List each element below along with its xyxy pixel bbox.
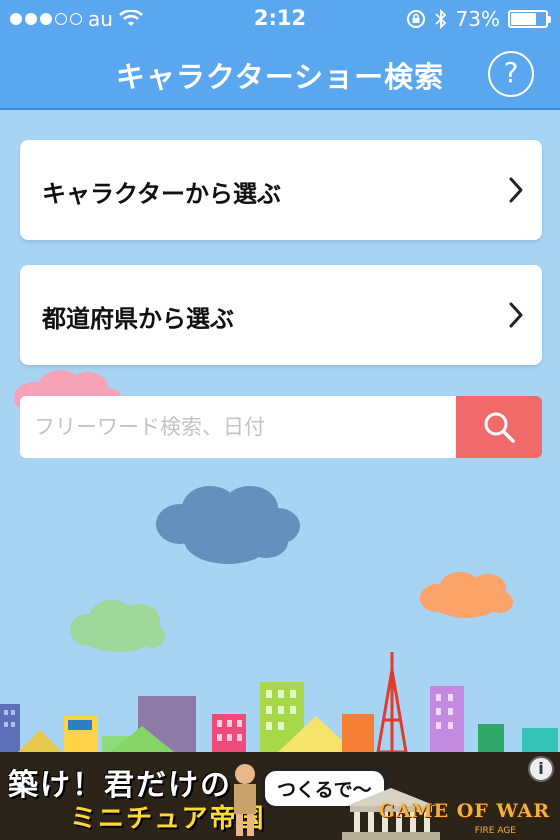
menu-item-character[interactable]: キャラクターから選ぶ bbox=[20, 140, 542, 240]
battery-icon bbox=[508, 10, 551, 28]
lock-rotation-icon bbox=[406, 10, 425, 28]
ad-brand-logo: GAME OF WAR bbox=[378, 800, 550, 822]
ad-info-icon[interactable]: i bbox=[528, 756, 554, 782]
ad-character-image bbox=[234, 764, 256, 836]
search-button[interactable] bbox=[456, 396, 542, 458]
chevron-right-icon bbox=[509, 302, 523, 328]
battery-fill bbox=[511, 13, 536, 25]
chevron-right-icon bbox=[509, 177, 523, 203]
dark-blue-cloud bbox=[156, 486, 300, 564]
help-icon: ? bbox=[503, 56, 519, 89]
orange-cloud bbox=[420, 572, 513, 618]
help-button[interactable]: ? bbox=[488, 51, 534, 97]
status-bar: au 2:12 73% bbox=[0, 0, 560, 38]
status-right: 73% bbox=[406, 7, 551, 31]
menu-item-label: 都道府県から選ぶ bbox=[42, 305, 234, 333]
page-title: キャラクターショー検索 bbox=[115, 60, 445, 94]
ad-brand-sub: FIRE AGE bbox=[474, 826, 516, 836]
search-bar bbox=[20, 396, 542, 458]
battery-percent: 73% bbox=[455, 7, 500, 31]
ad-banner[interactable]: 築け！君だけの ミニチュア帝国 つくるで〜 i GAME OF WAR FIRE… bbox=[0, 752, 560, 840]
navigation-bar: キャラクターショー検索 ? bbox=[0, 38, 560, 110]
search-input[interactable] bbox=[20, 396, 456, 458]
city-skyline bbox=[0, 652, 558, 752]
menu-item-label: キャラクターから選ぶ bbox=[42, 180, 282, 208]
search-icon bbox=[484, 412, 515, 443]
bluetooth-icon bbox=[434, 8, 446, 30]
menu-item-prefecture[interactable]: 都道府県から選ぶ bbox=[20, 265, 542, 365]
